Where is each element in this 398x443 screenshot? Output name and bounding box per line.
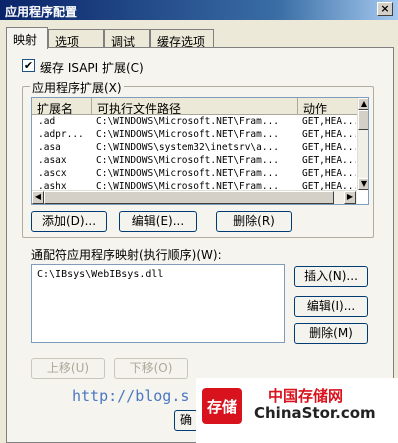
cell-path: C:\WINDOWS\Microsoft.NET\Fram... [96, 116, 280, 127]
extensions-group-label: 应用程序扩展(X) [30, 79, 124, 96]
column-header-extension[interactable]: 扩展名 [32, 98, 92, 115]
logo-english-text: ChinaStor.com [254, 404, 376, 422]
cell-verbs: GET,HEA... [302, 142, 356, 153]
horizontal-scrollbar[interactable]: ◀ ▶ [32, 190, 357, 204]
wildcard-mapping-label: 通配符应用程序映射(执行顺序)(W): [31, 248, 222, 262]
list-item[interactable]: C:\IBsys\WebIBsys.dll [37, 269, 163, 280]
cell-extension: .ad [38, 116, 56, 127]
cell-path: C:\WINDOWS\Microsoft.NET\Fram... [96, 181, 280, 190]
edit-extension-button[interactable]: 编辑(E)... [119, 211, 197, 232]
window-title: 应用程序配置 [5, 5, 78, 19]
cell-path: C:\WINDOWS\Microsoft.NET\Fram... [96, 129, 280, 140]
cell-path: C:\WINDOWS\Microsoft.NET\Fram... [96, 155, 280, 166]
extensions-listview[interactable]: 扩展名 可执行文件路径 动作 .ad C:\WINDOWS\Microsoft.… [31, 97, 369, 205]
cell-extension: .asa [38, 142, 61, 153]
table-row[interactable]: .asax C:\WINDOWS\Microsoft.NET\Fram... G… [32, 155, 358, 168]
cell-extension: .ashx [38, 181, 67, 190]
vertical-scrollbar[interactable]: ▲ ▼ [357, 98, 368, 190]
tab-mapping[interactable]: 映射 [6, 27, 48, 49]
move-up-button[interactable]: 上移(U) [31, 358, 105, 379]
chinastor-logo-icon: 存储 [202, 388, 242, 424]
wildcard-mapping-list[interactable]: C:\IBsys\WebIBsys.dll [31, 264, 285, 343]
table-row[interactable]: .adpr... C:\WINDOWS\Microsoft.NET\Fram..… [32, 129, 358, 142]
scroll-up-icon[interactable]: ▲ [358, 98, 368, 110]
edit-wildcard-button[interactable]: 编辑(I)... [294, 296, 368, 317]
insert-button[interactable]: 插入(N)... [294, 266, 368, 287]
add-extension-button[interactable]: 添加(D)... [31, 211, 107, 232]
cell-extension: .ascx [38, 168, 67, 179]
move-down-button[interactable]: 下移(O) [114, 358, 188, 379]
cell-verbs: GET,HEA... [302, 181, 356, 190]
watermark-url: http://blog.s [72, 387, 190, 405]
ok-button[interactable]: 确 [174, 410, 198, 431]
table-row[interactable]: .ascx C:\WINDOWS\Microsoft.NET\Fram... G… [32, 168, 358, 181]
tab-cache-options[interactable]: 缓存选项 [150, 29, 214, 49]
cell-path: C:\WINDOWS\Microsoft.NET\Fram... [96, 168, 280, 179]
cache-isapi-label[interactable]: 缓存 ISAPI 扩展(C) [40, 59, 144, 76]
close-button[interactable]: × [377, 2, 393, 16]
cell-verbs: GET,HEA... [302, 168, 356, 179]
cell-verbs: GET,HEA... [302, 129, 356, 140]
tab-strip: 映射 选项 调试 缓存选项 [6, 27, 396, 49]
tab-debug[interactable]: 调试 [104, 29, 150, 49]
cell-verbs: GET,HEA... [302, 155, 356, 166]
column-header-path[interactable]: 可执行文件路径 [92, 98, 298, 115]
cell-extension: .asax [38, 155, 67, 166]
logo-chinese-text: 中国存储网 [268, 387, 344, 405]
table-row[interactable]: .asa C:\WINDOWS\system32\inetsrv\a... GE… [32, 142, 358, 155]
listview-header: 扩展名 可执行文件路径 动作 [32, 98, 358, 115]
table-row[interactable]: .ad C:\WINDOWS\Microsoft.NET\Fram... GET… [32, 116, 358, 129]
horizontal-scroll-thumb[interactable] [44, 191, 334, 204]
cell-extension: .adpr... [38, 129, 84, 140]
cache-isapi-checkbox[interactable]: ✔ [22, 59, 35, 72]
vertical-scroll-thumb[interactable] [358, 110, 368, 130]
title-bar: 应用程序配置 × [0, 0, 398, 20]
scroll-right-icon[interactable]: ▶ [344, 191, 356, 204]
column-header-verbs[interactable]: 动作 [298, 98, 358, 115]
tab-options[interactable]: 选项 [48, 29, 104, 49]
svg-text:存储: 存储 [207, 398, 237, 416]
delete-wildcard-button[interactable]: 删除(M) [294, 323, 368, 344]
cell-path: C:\WINDOWS\system32\inetsrv\a... [96, 142, 280, 153]
scroll-left-icon[interactable]: ◀ [32, 191, 44, 204]
cell-verbs: GET,HEA... [302, 116, 356, 127]
scroll-down-icon[interactable]: ▼ [358, 178, 368, 190]
delete-extension-button[interactable]: 删除(R) [216, 211, 292, 232]
table-row[interactable]: .ashx C:\WINDOWS\Microsoft.NET\Fram... G… [32, 181, 358, 190]
